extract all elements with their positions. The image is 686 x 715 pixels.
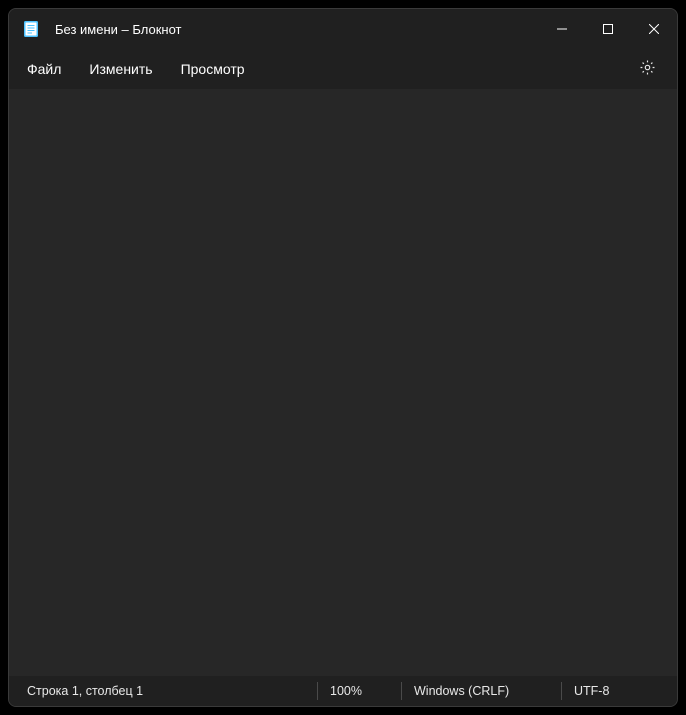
settings-button[interactable] <box>629 53 665 85</box>
status-encoding[interactable]: UTF-8 <box>561 682 677 700</box>
maximize-button[interactable] <box>585 9 631 49</box>
status-cursor-position: Строка 1, столбец 1 <box>9 682 317 700</box>
menu-file[interactable]: Файл <box>13 55 75 83</box>
gear-icon <box>639 59 656 79</box>
menu-view[interactable]: Просмотр <box>167 55 259 83</box>
menu-edit[interactable]: Изменить <box>75 55 166 83</box>
menubar: Файл Изменить Просмотр <box>9 49 677 89</box>
status-line-ending[interactable]: Windows (CRLF) <box>401 682 561 700</box>
text-editor[interactable] <box>9 89 677 676</box>
window-title: Без имени – Блокнот <box>55 22 539 37</box>
notepad-window: Без имени – Блокнот Файл Изменить Просмо… <box>8 8 678 707</box>
statusbar: Строка 1, столбец 1 100% Windows (CRLF) … <box>9 676 677 706</box>
titlebar[interactable]: Без имени – Блокнот <box>9 9 677 49</box>
notepad-icon <box>21 19 41 39</box>
window-controls <box>539 9 677 49</box>
close-button[interactable] <box>631 9 677 49</box>
status-zoom[interactable]: 100% <box>317 682 401 700</box>
minimize-button[interactable] <box>539 9 585 49</box>
